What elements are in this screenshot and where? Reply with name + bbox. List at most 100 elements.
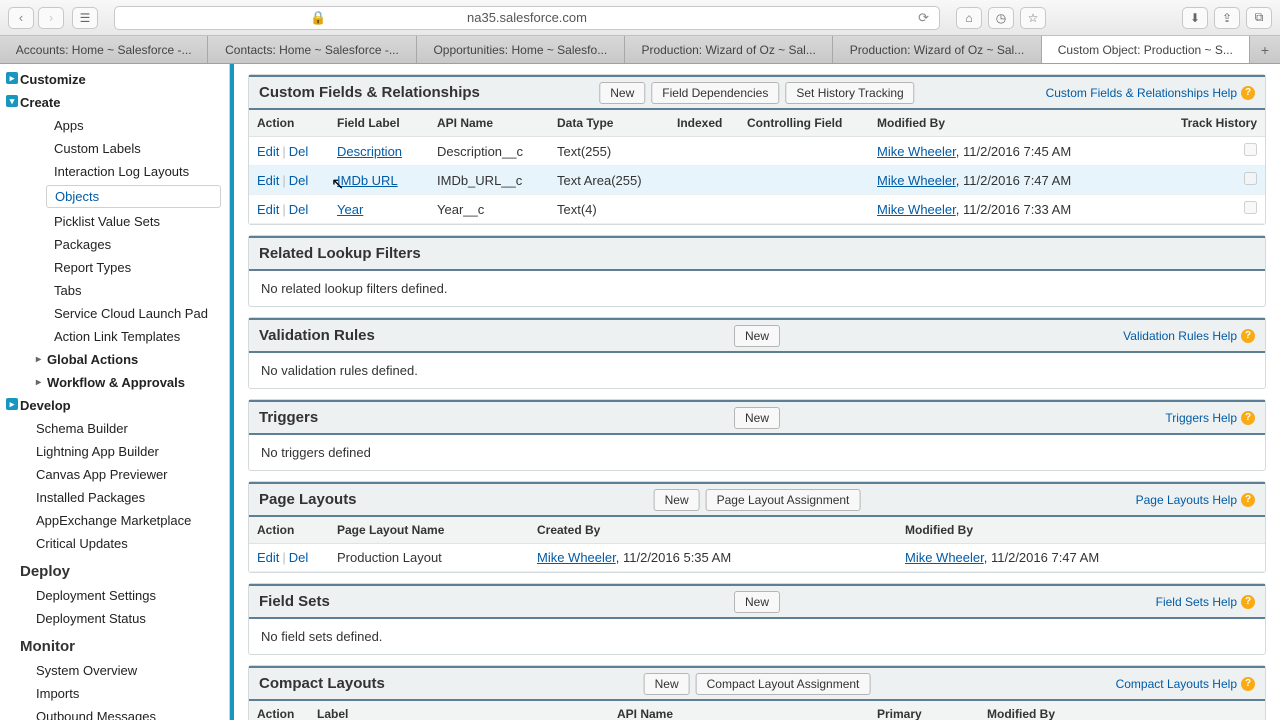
col-modified: Modified By bbox=[869, 110, 1165, 137]
field-label-link[interactable]: Year bbox=[337, 202, 363, 217]
layout-assignment-button[interactable]: Page Layout Assignment bbox=[706, 489, 861, 511]
related-lookup-title: Related Lookup Filters bbox=[259, 245, 421, 262]
sidebar-objects[interactable]: Objects bbox=[46, 185, 221, 208]
table-row: Edit|Del IMDb URL↖ IMDb_URL__c Text Area… bbox=[249, 166, 1265, 195]
sidebar-custom-labels[interactable]: Custom Labels bbox=[0, 137, 229, 160]
validation-help-link[interactable]: Validation Rules Help bbox=[1123, 329, 1237, 343]
tab-contacts[interactable]: Contacts: Home ~ Salesforce -... bbox=[208, 36, 416, 63]
new-tab-button[interactable]: + bbox=[1250, 36, 1280, 63]
sidebar-apps[interactable]: Apps bbox=[0, 114, 229, 137]
new-validation-button[interactable]: New bbox=[734, 325, 780, 347]
history-tracking-button[interactable]: Set History Tracking bbox=[785, 82, 914, 104]
sidebar-action-link[interactable]: Action Link Templates bbox=[0, 325, 229, 348]
track-checkbox bbox=[1244, 201, 1257, 214]
sidebar-canvas[interactable]: Canvas App Previewer bbox=[0, 463, 229, 486]
new-field-set-button[interactable]: New bbox=[734, 591, 780, 613]
sidebar-lightning-app[interactable]: Lightning App Builder bbox=[0, 440, 229, 463]
sidebar-deploy-header[interactable]: Deploy bbox=[0, 555, 229, 584]
sidebar-imports[interactable]: Imports bbox=[0, 682, 229, 705]
sidebar-service-cloud[interactable]: Service Cloud Launch Pad bbox=[0, 302, 229, 325]
tab-production-2[interactable]: Production: Wizard of Oz ~ Sal... bbox=[833, 36, 1041, 63]
field-sets-panel: Field Sets New Field Sets Help? No field… bbox=[248, 583, 1266, 655]
downloads-icon[interactable]: ⬇ bbox=[1182, 7, 1208, 29]
sidebar-picklist[interactable]: Picklist Value Sets bbox=[0, 210, 229, 233]
compact-layouts-title: Compact Layouts bbox=[259, 675, 385, 692]
sidebar-report-types[interactable]: Report Types bbox=[0, 256, 229, 279]
col-controlling: Controlling Field bbox=[739, 110, 869, 137]
edit-link[interactable]: Edit bbox=[257, 202, 279, 217]
sidebar-installed-packages[interactable]: Installed Packages bbox=[0, 486, 229, 509]
sidebar-critical-updates[interactable]: Critical Updates bbox=[0, 532, 229, 555]
back-button[interactable]: ‹ bbox=[8, 7, 34, 29]
field-label-link[interactable]: IMDb URL bbox=[337, 173, 398, 188]
reload-icon[interactable]: ⟳ bbox=[918, 10, 929, 26]
track-checkbox bbox=[1244, 172, 1257, 185]
user-link[interactable]: Mike Wheeler bbox=[877, 202, 956, 217]
sidebar-schema-builder[interactable]: Schema Builder bbox=[0, 417, 229, 440]
col-indexed: Indexed bbox=[669, 110, 739, 137]
new-trigger-button[interactable]: New bbox=[734, 407, 780, 429]
del-link[interactable]: Del bbox=[289, 202, 309, 217]
tab-opportunities[interactable]: Opportunities: Home ~ Salesfo... bbox=[417, 36, 625, 63]
sidebar-deployment-settings[interactable]: Deployment Settings bbox=[0, 584, 229, 607]
help-icon[interactable]: ? bbox=[1241, 411, 1255, 425]
sidebar-interaction-log[interactable]: Interaction Log Layouts bbox=[0, 160, 229, 183]
sidebar-monitor-header[interactable]: Monitor bbox=[0, 630, 229, 659]
user-link[interactable]: Mike Wheeler bbox=[537, 550, 616, 565]
help-icon[interactable]: ? bbox=[1241, 493, 1255, 507]
compact-layouts-help-link[interactable]: Compact Layouts Help bbox=[1116, 677, 1237, 691]
sidebar-toggle-icon[interactable]: ☰ bbox=[72, 7, 98, 29]
help-icon[interactable]: ? bbox=[1241, 595, 1255, 609]
del-link[interactable]: Del bbox=[289, 173, 309, 188]
new-field-button[interactable]: New bbox=[599, 82, 645, 104]
sidebar-appexchange[interactable]: AppExchange Marketplace bbox=[0, 509, 229, 532]
custom-fields-table: Action Field Label API Name Data Type In… bbox=[249, 110, 1265, 224]
edit-link[interactable]: Edit bbox=[257, 144, 279, 159]
help-icon[interactable]: ? bbox=[1241, 86, 1255, 100]
tabs-icon[interactable]: ⧉ bbox=[1246, 7, 1272, 29]
sidebar-customize[interactable]: Customize bbox=[0, 68, 229, 91]
col-action: Action bbox=[249, 110, 329, 137]
forward-button[interactable]: › bbox=[38, 7, 64, 29]
field-dependencies-button[interactable]: Field Dependencies bbox=[651, 82, 779, 104]
url-bar[interactable]: 🔒 na35.salesforce.com ⟳ bbox=[114, 6, 940, 30]
sidebar-tabs[interactable]: Tabs bbox=[0, 279, 229, 302]
new-compact-button[interactable]: New bbox=[644, 673, 690, 695]
edit-link[interactable]: Edit bbox=[257, 550, 279, 565]
help-icon[interactable]: ? bbox=[1241, 677, 1255, 691]
history-icon[interactable]: ◷ bbox=[988, 7, 1014, 29]
sidebar-workflow[interactable]: Workflow & Approvals bbox=[0, 371, 229, 394]
tab-custom-object[interactable]: Custom Object: Production ~ S... bbox=[1042, 36, 1250, 63]
tab-production-1[interactable]: Production: Wizard of Oz ~ Sal... bbox=[625, 36, 833, 63]
sidebar-packages[interactable]: Packages bbox=[0, 233, 229, 256]
home-icon[interactable]: ⌂ bbox=[956, 7, 982, 29]
tab-accounts[interactable]: Accounts: Home ~ Salesforce -... bbox=[0, 36, 208, 63]
sidebar-deployment-status[interactable]: Deployment Status bbox=[0, 607, 229, 630]
sidebar-global-actions[interactable]: Global Actions bbox=[0, 348, 229, 371]
compact-assignment-button[interactable]: Compact Layout Assignment bbox=[696, 673, 871, 695]
new-layout-button[interactable]: New bbox=[654, 489, 700, 511]
col-api: API Name bbox=[429, 110, 549, 137]
page-layouts-help-link[interactable]: Page Layouts Help bbox=[1136, 493, 1237, 507]
bookmark-icon[interactable]: ☆ bbox=[1020, 7, 1046, 29]
sidebar-create[interactable]: Create bbox=[0, 91, 229, 114]
custom-fields-panel: Custom Fields & Relationships New Field … bbox=[248, 74, 1266, 225]
compact-layouts-table: Action Label API Name Primary Modified B… bbox=[249, 701, 1265, 720]
del-link[interactable]: Del bbox=[289, 550, 309, 565]
sidebar-develop[interactable]: Develop bbox=[0, 394, 229, 417]
del-link[interactable]: Del bbox=[289, 144, 309, 159]
col-type: Data Type bbox=[549, 110, 669, 137]
triggers-help-link[interactable]: Triggers Help bbox=[1165, 411, 1237, 425]
edit-link[interactable]: Edit bbox=[257, 173, 279, 188]
user-link[interactable]: Mike Wheeler bbox=[877, 144, 956, 159]
user-link[interactable]: Mike Wheeler bbox=[877, 173, 956, 188]
field-sets-help-link[interactable]: Field Sets Help bbox=[1156, 595, 1237, 609]
field-label-link[interactable]: Description bbox=[337, 144, 402, 159]
sidebar-outbound-messages[interactable]: Outbound Messages bbox=[0, 705, 229, 720]
custom-fields-help-link[interactable]: Custom Fields & Relationships Help bbox=[1046, 86, 1237, 100]
custom-fields-title: Custom Fields & Relationships bbox=[259, 84, 480, 101]
share-icon[interactable]: ⇪ bbox=[1214, 7, 1240, 29]
user-link[interactable]: Mike Wheeler bbox=[905, 550, 984, 565]
sidebar-system-overview[interactable]: System Overview bbox=[0, 659, 229, 682]
help-icon[interactable]: ? bbox=[1241, 329, 1255, 343]
